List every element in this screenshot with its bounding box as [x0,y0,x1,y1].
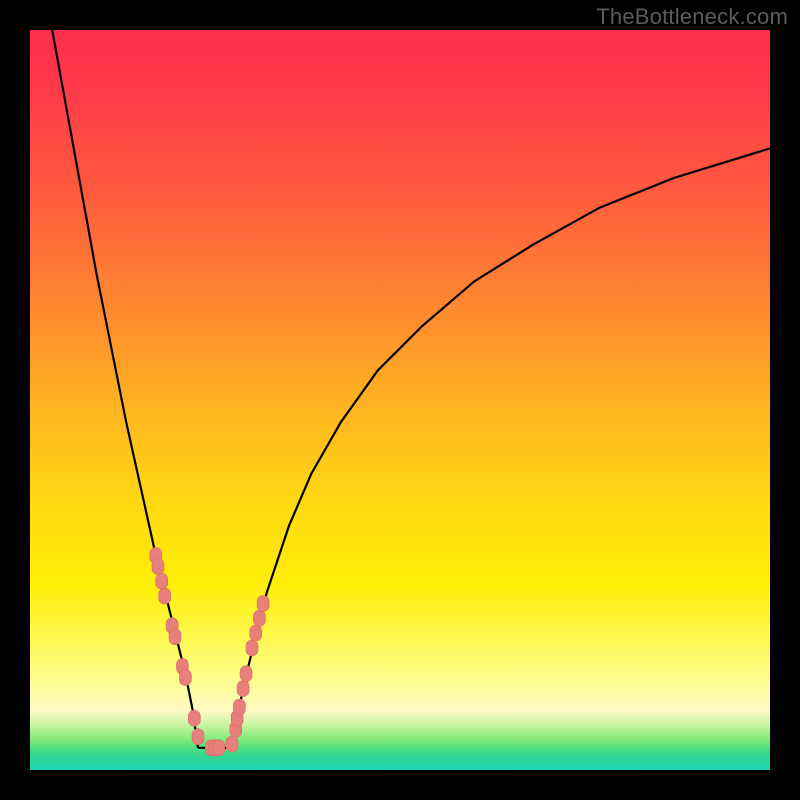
curve-path-group [52,30,770,748]
chart-container: TheBottleneck.com [0,0,800,800]
datapoint [233,699,245,715]
datapoint [237,681,249,697]
datapoint [159,588,171,604]
datapoint [226,736,238,752]
datapoint [156,573,168,589]
datapoint [250,625,262,641]
bottleneck-curve [30,30,770,770]
datapoint [253,610,265,626]
plot-area [30,30,770,770]
datapoint [179,670,191,686]
datapoint [169,629,181,645]
datapoint [257,596,269,612]
watermark-text: TheBottleneck.com [596,4,788,30]
datapoint [246,640,258,656]
datapoint [152,559,164,575]
datapoint [213,740,225,756]
datapoint [192,729,204,745]
curve-right [232,148,770,747]
datapoint [188,710,200,726]
datapoints-group [150,547,269,755]
datapoint [240,666,252,682]
